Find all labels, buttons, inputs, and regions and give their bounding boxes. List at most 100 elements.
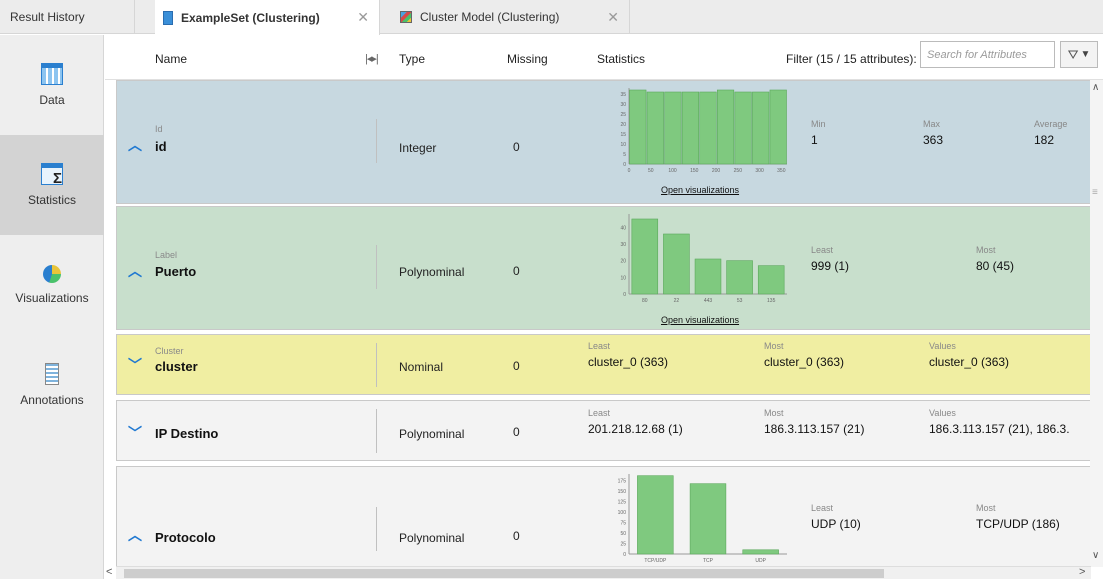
column-divider [376, 507, 377, 551]
attribute-row-ip-destino[interactable]: ﹀ IP Destino Polynominal 0 Least 201.218… [116, 400, 1091, 461]
attribute-row-id[interactable]: ︿ Id id Integer 0 35 30 25 20 15 10 5 0 0 50 100 15… [116, 80, 1091, 204]
collapse-chevron-icon[interactable]: ︿ [128, 135, 142, 155]
scroll-down-icon[interactable]: ∨ [1092, 550, 1099, 561]
sidebar-item-visualizations[interactable]: Visualizations [0, 235, 104, 335]
tab-label: Result History [10, 10, 85, 24]
sidebar-item-statistics[interactable]: Statistics [0, 135, 104, 235]
attribute-row-cluster[interactable]: ﹀ Cluster cluster Nominal 0 Least cluste… [116, 334, 1091, 395]
y-tick-label: 175 [618, 478, 627, 484]
stat-value-least: cluster_0 (363) [588, 355, 669, 369]
statistics-header: Name |◂▸| Type Missing Statistics Filter… [105, 35, 1103, 80]
stat-value-min: 1 [811, 133, 818, 147]
attribute-missing: 0 [513, 425, 520, 439]
expand-chevron-icon[interactable]: ﹀ [128, 355, 142, 375]
attribute-row-puerto[interactable]: ︿ Label Puerto Polynominal 0 40 30 20 10 0 80… [116, 206, 1091, 330]
tab-result-history[interactable]: Result History [0, 0, 135, 34]
open-visualizations-link[interactable]: Open visualizations [661, 315, 739, 325]
stat-value-most: cluster_0 (363) [764, 355, 845, 369]
collapse-chevron-icon[interactable]: ︿ [128, 525, 142, 545]
scroll-right-icon[interactable]: > [1079, 566, 1085, 578]
view-sidebar: Data Statistics Visualizations Annotatio… [0, 35, 104, 579]
scroll-left-icon[interactable]: < [106, 566, 112, 578]
results-tab-bar: Result History ExampleSet (Clustering) ✕… [0, 0, 1103, 35]
vertical-scrollbar[interactable]: ∧ ≡ ∨ [1090, 80, 1103, 567]
y-tick-label: 100 [618, 510, 627, 516]
collapse-chevron-icon[interactable]: ︿ [128, 261, 142, 281]
tab-label: ExampleSet (Clustering) [181, 10, 320, 25]
y-tick-label: 75 [620, 520, 626, 526]
column-header-type[interactable]: Type [399, 52, 425, 66]
attribute-statistics-list: ︿ Id id Integer 0 35 30 25 20 15 10 5 0 0 50 100 15… [105, 80, 1103, 567]
attribute-name: cluster [155, 359, 198, 374]
horizontal-scroll-thumb[interactable] [124, 569, 884, 578]
attribute-missing: 0 [513, 529, 520, 543]
y-tick-label: 0 [623, 162, 626, 168]
spreadsheet-icon [163, 10, 173, 25]
scroll-grip-icon[interactable]: ≡ [1092, 187, 1098, 198]
funnel-icon: ⛛ [1067, 46, 1079, 62]
column-header-name[interactable]: Name [155, 52, 187, 66]
histogram-bar [752, 91, 770, 165]
x-category-label: UDP [755, 558, 766, 564]
column-header-statistics[interactable]: Statistics [597, 52, 645, 66]
x-tick-label: 250 [734, 168, 743, 174]
y-tick-label: 20 [620, 122, 626, 128]
stat-label-most: Most [764, 408, 784, 418]
tab-exampleset-clustering[interactable]: ExampleSet (Clustering) ✕ [155, 0, 380, 35]
horizontal-scrollbar[interactable]: < > [106, 566, 1091, 579]
table-icon [41, 63, 63, 85]
stat-value-values: 186.3.113.157 (21), 186.3. [929, 422, 1070, 436]
column-divider [376, 119, 377, 163]
x-tick-label: 50 [648, 168, 654, 174]
open-visualizations-link[interactable]: Open visualizations [661, 185, 739, 195]
stat-label-most: Most [764, 341, 784, 351]
stat-value-most: TCP/UDP (186) [976, 517, 1060, 531]
stat-label-most: Most [976, 503, 996, 513]
category-bar [637, 475, 674, 555]
attribute-row-protocolo[interactable]: ︿ Protocolo Polynominal 0 175 150 125 100 75… [116, 466, 1091, 567]
column-divider [376, 245, 377, 289]
y-tick-label: 15 [620, 132, 626, 138]
y-tick-label: 40 [620, 225, 626, 231]
protocolo-bar-chart[interactable]: 175 150 125 100 75 50 25 0 TCP/UDP TCP UDP [607, 470, 797, 567]
histogram-bar [734, 91, 752, 165]
scroll-up-icon[interactable]: ∧ [1092, 82, 1099, 93]
stat-value-most: 80 (45) [976, 259, 1015, 273]
close-icon[interactable]: ✕ [357, 9, 369, 26]
attribute-type: Polynominal [399, 531, 465, 545]
sidebar-item-annotations[interactable]: Annotations [0, 335, 104, 435]
close-icon[interactable]: ✕ [607, 9, 619, 26]
id-histogram[interactable]: 353025201510500 50 100 150 200 250 300 350 [607, 84, 797, 178]
stat-value-least: UDP (10) [811, 517, 861, 531]
expand-chevron-icon[interactable]: ﹀ [128, 423, 142, 443]
x-tick-label: 300 [755, 168, 764, 174]
stat-label-least: Least [811, 503, 834, 513]
stat-value-average: 182 [1034, 133, 1055, 147]
sidebar-item-data[interactable]: Data [0, 35, 104, 135]
attribute-type: Nominal [399, 360, 444, 374]
filter-count-label: Filter (15 / 15 attributes): [786, 52, 917, 66]
attribute-name: Puerto [155, 264, 197, 279]
attribute-search-input[interactable]: Search for Attributes [920, 41, 1055, 68]
sidebar-item-label: Data [39, 93, 65, 107]
attribute-missing: 0 [513, 359, 520, 373]
y-tick-label: 10 [620, 142, 626, 148]
x-tick-label: 100 [668, 168, 677, 174]
sidebar-item-label: Statistics [27, 193, 76, 207]
y-tick-label: 20 [620, 259, 626, 265]
filter-dropdown-button[interactable]: ⛛ ▼ [1060, 41, 1098, 68]
category-bar [757, 265, 785, 295]
attribute-role: Label [155, 250, 178, 260]
puerto-bar-chart[interactable]: 40 30 20 10 0 80 22 443 53 135 [607, 210, 797, 308]
y-tick-label: 30 [620, 102, 626, 108]
column-resize-handle[interactable]: |◂▸| [365, 52, 379, 65]
column-header-missing[interactable]: Missing [507, 52, 548, 66]
column-divider [376, 343, 377, 387]
stat-label-most: Most [976, 245, 996, 255]
y-tick-label: 5 [623, 152, 626, 158]
x-category-label: 135 [767, 298, 776, 304]
category-bar [726, 260, 753, 295]
tab-cluster-model-clustering[interactable]: Cluster Model (Clustering) ✕ [392, 0, 630, 34]
x-category-label: 443 [704, 298, 713, 304]
attribute-role: Cluster [155, 346, 184, 356]
